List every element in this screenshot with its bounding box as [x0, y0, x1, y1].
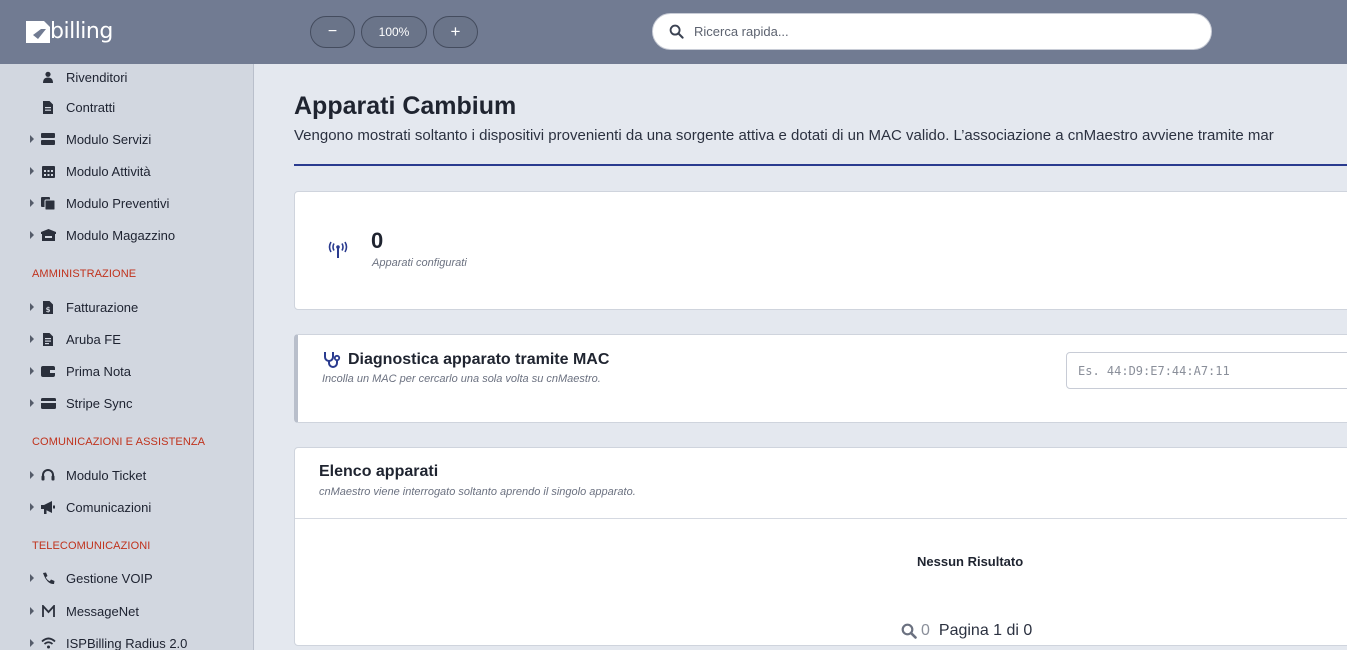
reseller-icon: [40, 69, 56, 85]
sidebar-item-modulo-ticket[interactable]: Modulo Ticket: [0, 463, 253, 487]
svg-text:$: $: [46, 306, 51, 314]
top-bar: billing − 100% +: [0, 0, 1347, 64]
zoom-out-button[interactable]: −: [310, 16, 355, 48]
sidebar-item-label: Modulo Ticket: [66, 467, 147, 483]
logo-text: billing: [50, 18, 113, 44]
device-list-subtitle: cnMaestro viene interrogato soltanto apr…: [319, 486, 636, 498]
sidebar-item-label: Fatturazione: [66, 299, 139, 315]
stethoscope-icon: [324, 352, 341, 368]
sidebar-item-label: Aruba FE: [66, 331, 121, 347]
quotes-icon: [40, 195, 56, 211]
title-divider: [294, 164, 1347, 166]
caret-right-icon: [30, 167, 34, 175]
invoice-icon: $: [40, 299, 56, 315]
sidebar-item-stripe-sync[interactable]: Stripe Sync: [0, 391, 253, 415]
caret-right-icon: [30, 607, 34, 615]
document-icon: [40, 99, 56, 115]
diagnostics-title: Diagnostica apparato tramite MAC: [348, 351, 610, 368]
sidebar-item-comunicazioni[interactable]: Comunicazioni: [0, 495, 253, 519]
section-heading-admin: AMMINISTRAZIONE: [32, 268, 137, 280]
sidebar-item-label: Modulo Magazzino: [66, 227, 176, 243]
device-list-divider: [295, 518, 1347, 519]
sidebar-item-modulo-magazzino[interactable]: Modulo Magazzino: [0, 223, 253, 247]
app-logo[interactable]: billing: [24, 16, 113, 46]
sidebar-item-modulo-servizi[interactable]: Modulo Servizi: [0, 127, 253, 151]
antenna-icon: [328, 241, 348, 258]
search-input[interactable]: [694, 24, 1174, 39]
zoom-reset-button[interactable]: 100%: [361, 16, 427, 48]
zoom-in-label: +: [450, 22, 461, 41]
sidebar-item-label: Contratti: [66, 99, 116, 115]
caret-right-icon: [30, 639, 34, 647]
caret-right-icon: [30, 303, 34, 311]
sidebar-item-rivenditori[interactable]: Rivenditori: [0, 65, 253, 89]
messagenet-icon: [40, 603, 56, 619]
sidebar-item-label: Stripe Sync: [66, 395, 133, 411]
section-heading-comms: COMUNICAZIONI E ASSISTENZA: [32, 436, 206, 448]
sidebar: Rivenditori Contratti Modulo Servizi Mod…: [0, 64, 254, 650]
calendar-icon: [40, 163, 56, 179]
sidebar-item-modulo-attivita[interactable]: Modulo Attività: [0, 159, 253, 183]
sidebar-item-label: Prima Nota: [66, 363, 132, 379]
wallet-icon: [40, 363, 56, 379]
logo-icon: [26, 21, 50, 43]
sidebar-item-aruba-fe[interactable]: Aruba FE: [0, 327, 253, 351]
search-icon: [901, 623, 917, 639]
caret-right-icon: [30, 399, 34, 407]
sidebar-item-ispbilling-radius[interactable]: ISPBilling Radius 2.0: [0, 631, 253, 650]
headset-icon: [40, 467, 56, 483]
quick-search: [652, 13, 1212, 50]
diagnostics-subtitle: Incolla un MAC per cercarlo una sola vol…: [322, 373, 601, 385]
sidebar-item-prima-nota[interactable]: Prima Nota: [0, 359, 253, 383]
zoom-level: 100%: [378, 25, 410, 39]
caret-right-icon: [30, 335, 34, 343]
page-indicator: Pagina 1 di 0: [938, 622, 1033, 639]
caret-right-icon: [30, 574, 34, 582]
server-icon: [40, 131, 56, 147]
sidebar-item-label: Modulo Servizi: [66, 131, 152, 147]
caret-right-icon: [30, 503, 34, 511]
empty-state-message: Nessun Risultato: [917, 554, 1024, 569]
sidebar-item-label: ISPBilling Radius 2.0: [66, 635, 188, 650]
result-count: 0: [921, 622, 930, 639]
caret-right-icon: [30, 471, 34, 479]
caret-right-icon: [30, 367, 34, 375]
sidebar-item-label: Modulo Attività: [66, 163, 151, 179]
sidebar-item-label: Modulo Preventivi: [66, 195, 170, 211]
invoice-file-icon: [40, 331, 56, 347]
mac-address-input[interactable]: [1066, 352, 1347, 389]
device-list-title: Elenco apparati: [319, 463, 439, 480]
zoom-in-button[interactable]: +: [433, 16, 478, 48]
sidebar-item-gestione-voip[interactable]: Gestione VOIP: [0, 566, 253, 590]
device-count-label: Apparati configurati: [372, 257, 467, 269]
credit-card-icon: [40, 395, 56, 411]
sidebar-item-fatturazione[interactable]: $ Fatturazione: [0, 295, 253, 319]
sidebar-item-label: Gestione VOIP: [66, 570, 153, 586]
search-icon: [669, 24, 684, 39]
sidebar-item-label: Rivenditori: [66, 69, 128, 85]
page-title: Apparati Cambium: [294, 92, 517, 120]
warehouse-icon: [40, 227, 56, 243]
megaphone-icon: [40, 499, 56, 515]
device-count: 0: [371, 228, 384, 253]
phone-icon: [40, 570, 56, 586]
caret-right-icon: [30, 199, 34, 207]
page-subtitle: Vengono mostrati soltanto i dispositivi …: [294, 127, 1274, 144]
wifi-icon: [40, 635, 56, 650]
sidebar-item-modulo-preventivi[interactable]: Modulo Preventivi: [0, 191, 253, 215]
sidebar-item-messagenet[interactable]: MessageNet: [0, 599, 253, 623]
pagination: 0 Pagina 1 di 0: [901, 622, 1032, 640]
caret-right-icon: [30, 231, 34, 239]
zoom-out-label: −: [327, 23, 338, 40]
caret-right-icon: [30, 135, 34, 143]
sidebar-item-contratti[interactable]: Contratti: [0, 95, 253, 119]
section-heading-telecom: TELECOMUNICAZIONI: [32, 540, 151, 552]
device-count-card: 0 Apparati configurati: [294, 191, 1347, 310]
device-list-card: Elenco apparati cnMaestro viene interrog…: [294, 447, 1347, 646]
mac-diagnostics-card: Diagnostica apparato tramite MAC Incolla…: [294, 334, 1347, 423]
sidebar-item-label: MessageNet: [66, 603, 139, 619]
sidebar-item-label: Comunicazioni: [66, 499, 152, 515]
